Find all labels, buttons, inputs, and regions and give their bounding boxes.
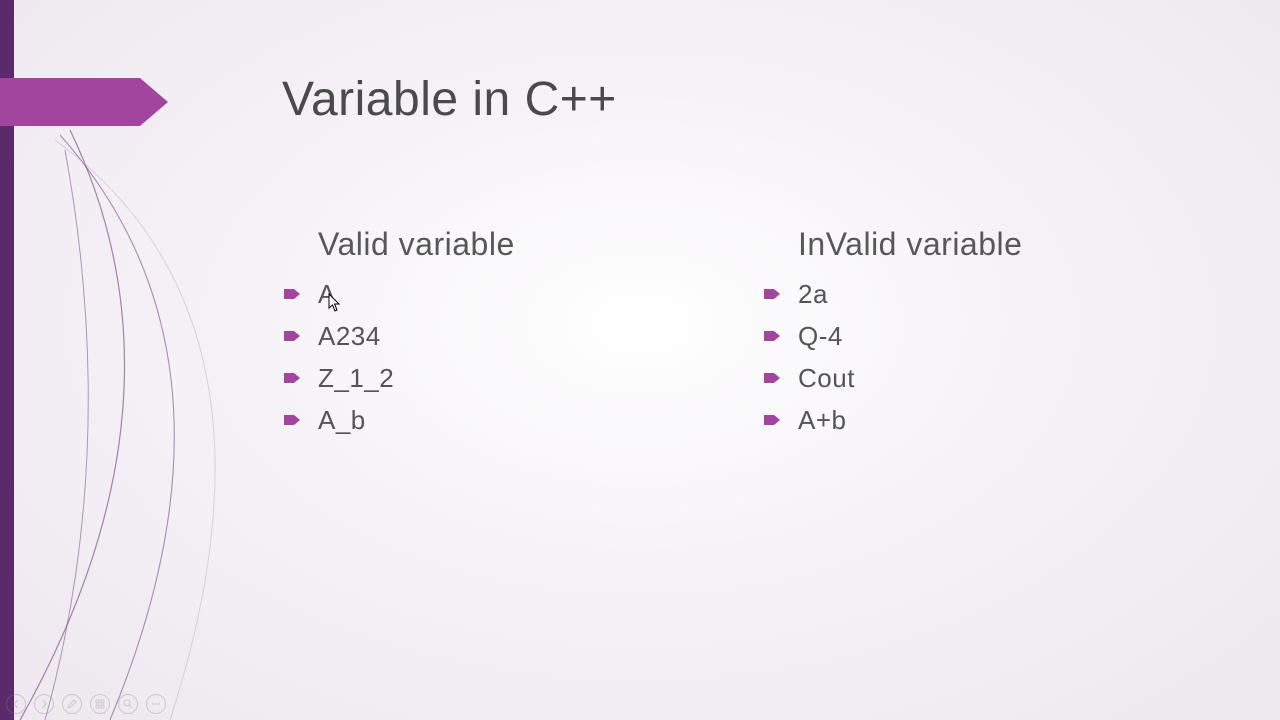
grid-icon [95,699,105,709]
zoom-icon [123,699,133,709]
list-item: Z_1_2 [284,357,515,399]
arrow-bullet-icon [284,331,300,341]
list-item-label: A+b [798,399,847,441]
list-item: A234 [284,315,515,357]
arrow-bullet-icon [284,289,300,299]
chevron-left-icon [12,700,20,708]
invalid-column: InValid variable 2a Q-4 Cout A+b [798,226,1022,441]
valid-heading: Valid variable [318,226,515,263]
slide-title: Variable in C++ [282,72,617,127]
valid-column: Valid variable A A234 Z_1_2 A_b [318,226,515,441]
list-item-label: 2a [798,273,828,315]
arrow-bullet-icon [764,331,780,341]
header-arrow-tab [0,78,168,126]
list-item-label: Q-4 [798,315,843,357]
pen-button[interactable] [62,694,82,714]
zoom-button[interactable] [118,694,138,714]
list-item-label: A [318,273,336,315]
pen-icon [67,699,77,709]
arrow-bullet-icon [284,373,300,383]
slideshow-controls [6,694,166,714]
list-item-label: Z_1_2 [318,357,394,399]
arrow-bullet-icon [284,415,300,425]
chevron-right-icon [40,700,48,708]
valid-list: A A234 Z_1_2 A_b [284,273,515,441]
list-item: Q-4 [764,315,1022,357]
next-button[interactable] [34,694,54,714]
prev-button[interactable] [6,694,26,714]
see-all-slides-button[interactable] [90,694,110,714]
arrow-bullet-icon [764,415,780,425]
list-item: Cout [764,357,1022,399]
list-item: A+b [764,399,1022,441]
list-item: A [284,273,515,315]
list-item-label: Cout [798,357,855,399]
list-item-label: A_b [318,399,366,441]
list-item-label: A234 [318,315,381,357]
arrow-bullet-icon [764,373,780,383]
arrow-bullet-icon [764,289,780,299]
list-item: A_b [284,399,515,441]
more-icon [151,702,161,706]
invalid-list: 2a Q-4 Cout A+b [764,273,1022,441]
list-item: 2a [764,273,1022,315]
invalid-heading: InValid variable [798,226,1022,263]
more-button[interactable] [146,694,166,714]
